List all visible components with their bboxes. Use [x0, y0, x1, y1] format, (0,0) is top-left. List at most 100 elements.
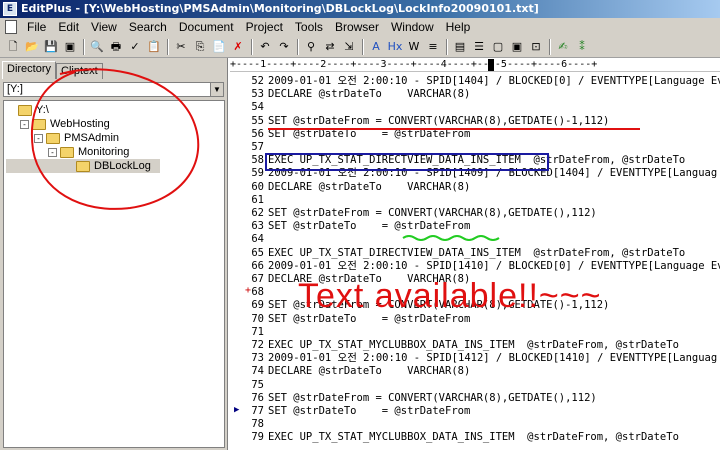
code-line: 59 2009-01-01 오전 2:00:10 - SPID[1409] / B… — [230, 167, 720, 179]
cut-icon[interactable]: ✂ — [172, 38, 190, 56]
code-line: 79 EXEC UP_TX_STAT_MYCLUBBOX_DATA_INS_ITE… — [230, 431, 720, 443]
directory-tree[interactable]: Y:\ - WebHosting - PMSAdmin - Monitoring DBLock… — [3, 100, 225, 448]
fullscreen-icon[interactable]: ⊡ — [527, 38, 545, 56]
text-available-annotation: Text available!!~~~ — [298, 277, 602, 315]
line-number: 62 — [251, 207, 264, 219]
hex-icon[interactable]: Hx — [386, 38, 404, 56]
spell-check-icon[interactable]: ✓ — [126, 38, 144, 56]
bookmark-plus-icon: + — [245, 285, 252, 297]
menu-bar: File Edit View Search Document Project Tools Br… — [0, 18, 720, 36]
line-number: 65 — [251, 246, 264, 259]
line-number: 75 — [251, 378, 264, 391]
menu-item-edit[interactable]: Edit — [52, 18, 85, 36]
menu-item-file[interactable]: File — [21, 18, 52, 36]
tree-node-label: Y:\ — [36, 104, 49, 116]
cliptext-window-icon[interactable]: ▣ — [508, 38, 526, 56]
document-icon[interactable] — [5, 20, 17, 34]
window-title: EditPlus - [Y:\WebHosting\PMSAdmin\Monit… — [21, 2, 539, 15]
tree-collapse-icon[interactable]: - — [20, 119, 29, 129]
toolbar-separator — [549, 38, 551, 55]
menu-item-view[interactable]: View — [85, 18, 123, 36]
menu-item-document[interactable]: Document — [173, 18, 240, 36]
find-replace-icon[interactable]: ⚲ — [302, 38, 320, 56]
tab-directory[interactable]: Directory — [2, 61, 57, 79]
toolbar-separator — [297, 38, 299, 55]
user-tool-icon[interactable]: ✍ — [554, 38, 572, 56]
code-line: 55 SET @strDateFrom = CONVERT(VARCHAR(8),… — [230, 115, 720, 127]
line-number: 56 — [251, 127, 264, 140]
code-text: 2009-01-01 오전 2:00:10 - SPID[1409] / BLO… — [268, 167, 718, 180]
line-number: 63 — [251, 220, 264, 233]
code-text: SET @strDateFrom = CONVERT(VARCHAR(8),GE… — [268, 207, 597, 219]
directory-panel: Directory Cliptext [Y:] ▼ Y:\ - WebHosting… — [0, 58, 228, 450]
code-line: 72 EXEC UP_TX_STAT_MYCLUBBOX_DATA_INS_ITE… — [230, 339, 720, 351]
redo-icon[interactable]: ↷ — [275, 38, 293, 56]
menu-item-project[interactable]: Project — [240, 18, 289, 36]
output-window-icon[interactable]: ▢ — [489, 38, 507, 56]
code-text: 2009-01-01 오전 2:00:10 - SPID[1412] / BLO… — [268, 352, 718, 365]
menu-item-window[interactable]: Window — [385, 18, 440, 36]
delete-icon[interactable]: ✗ — [229, 38, 247, 56]
line-number: 67 — [251, 273, 264, 285]
toolbar-separator — [446, 38, 448, 55]
line-number: 73 — [251, 352, 264, 365]
tree-node-label: Monitoring — [78, 146, 130, 158]
paste-icon[interactable]: 📄 — [210, 38, 228, 56]
code-line: 58 EXEC UP_TX_STAT_DIRECTVIEW_DATA_INS_IT… — [230, 154, 720, 166]
code-text: EXEC UP_TX_STAT_DIRECTVIEW_DATA_INS_ITEM… — [268, 246, 686, 259]
tree-node[interactable]: - WebHosting — [20, 117, 110, 131]
code-line: 76 SET @strDateFrom = CONVERT(VARCHAR(8),… — [230, 392, 720, 404]
line-number: 78 — [251, 418, 264, 431]
ruler-marks: +----1----+----2----+----3----+----4----… — [230, 59, 598, 70]
editplus-app-icon[interactable]: E — [3, 2, 17, 16]
line-number: 69 — [251, 299, 264, 312]
code-text: SET @strDateTo = @strDateFrom — [268, 405, 471, 417]
menu-item-tools[interactable]: Tools — [289, 18, 329, 36]
undo-icon[interactable]: ↶ — [256, 38, 274, 56]
open-folder-icon[interactable]: 📂 — [23, 38, 41, 56]
code-line: 56 SET @strDateTo = @strDateFrom — [230, 128, 720, 140]
panel-tabs: Directory Cliptext — [2, 61, 103, 79]
text-editor[interactable]: +----1----+----2----+----3----+----4----… — [230, 58, 720, 450]
line-number-icon[interactable]: ≡ — [424, 38, 442, 56]
line-number: 61 — [251, 193, 264, 206]
font-icon[interactable]: A — [367, 38, 385, 56]
menu-item-help[interactable]: Help — [440, 18, 477, 36]
code-area[interactable]: 52 2009-01-01 오전 2:00:10 - SPID[1404] / B… — [230, 72, 720, 450]
column-ruler: +----1----+----2----+----3----+----4----… — [230, 58, 720, 72]
find-icon[interactable]: 📋 — [145, 38, 163, 56]
drive-select[interactable]: [Y:] ▼ — [3, 82, 224, 97]
replace-icon[interactable]: ⇄ — [321, 38, 339, 56]
line-number: 76 — [251, 391, 264, 404]
directory-window-icon[interactable]: ☰ — [470, 38, 488, 56]
ruler-cursor-marker — [488, 59, 494, 71]
line-number: 71 — [251, 325, 264, 338]
tree-node[interactable]: DBLockLog — [6, 159, 160, 173]
run-icon[interactable]: ⁑ — [573, 38, 591, 56]
ruler-icon[interactable]: ▤ — [451, 38, 469, 56]
word-wrap-icon[interactable]: W — [405, 38, 423, 56]
code-line: 52 2009-01-01 오전 2:00:10 - SPID[1404] / B… — [230, 75, 720, 87]
print-preview-icon[interactable]: 🔍 — [88, 38, 106, 56]
save-all-icon[interactable]: ▣ — [61, 38, 79, 56]
tree-node[interactable]: - Monitoring — [48, 145, 129, 159]
code-line: 64 — [230, 233, 720, 245]
code-line: 66 2009-01-01 오전 2:00:10 - SPID[1410] / B… — [230, 260, 720, 272]
tree-node[interactable]: Y:\ — [6, 103, 49, 117]
save-icon[interactable]: 💾 — [42, 38, 60, 56]
folder-icon — [32, 118, 46, 130]
tree-node-label: PMSAdmin — [64, 132, 120, 144]
copy-icon[interactable]: ⎘ — [191, 38, 209, 56]
menu-item-browser[interactable]: Browser — [329, 18, 385, 36]
tree-node[interactable]: - PMSAdmin — [34, 131, 119, 145]
print-icon[interactable]: 🖶 — [107, 38, 125, 56]
code-text: EXEC UP_TX_STAT_MYCLUBBOX_DATA_INS_ITEM … — [268, 339, 679, 351]
new-file-icon[interactable]: 🗋 — [4, 38, 22, 56]
code-line: 77 SET @strDateTo = @strDateFrom — [230, 405, 720, 417]
tab-cliptext[interactable]: Cliptext — [56, 63, 103, 79]
goto-icon[interactable]: ⇲ — [340, 38, 358, 56]
menu-item-search[interactable]: Search — [123, 18, 173, 36]
chevron-down-icon[interactable]: ▼ — [210, 83, 223, 96]
tree-collapse-icon[interactable]: - — [34, 133, 43, 143]
tree-collapse-icon[interactable]: - — [48, 147, 57, 157]
